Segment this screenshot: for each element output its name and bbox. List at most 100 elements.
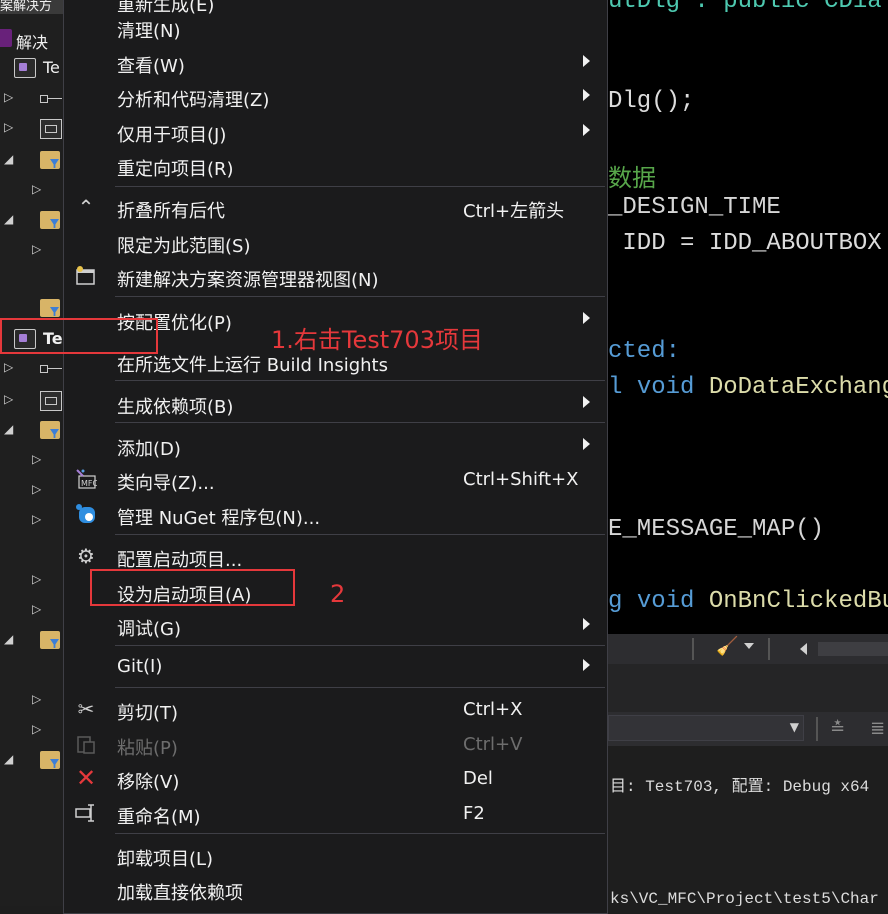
divider bbox=[768, 638, 770, 660]
menu-item-shortcut: Ctrl+X bbox=[463, 699, 523, 720]
menu-separator bbox=[115, 645, 605, 646]
collapse-arrow-icon[interactable]: ◢ bbox=[4, 632, 16, 646]
menu-item-analyze[interactable]: 分析和代码清理(Z) bbox=[64, 79, 607, 113]
output-source-select[interactable]: ▼ bbox=[608, 715, 804, 741]
expand-arrow-icon[interactable]: ▷ bbox=[32, 482, 44, 496]
submenu-arrow-icon bbox=[583, 438, 590, 450]
find-message-icon[interactable]: ≛ bbox=[830, 718, 845, 739]
menu-item-view[interactable]: 查看(W) bbox=[64, 45, 607, 79]
filter-folder-icon bbox=[40, 631, 60, 649]
menu-item-rename[interactable]: 重命名(M) F2 bbox=[64, 796, 607, 830]
menu-item-shortcut: Ctrl+V bbox=[463, 734, 523, 755]
menu-item-shortcut: Ctrl+Shift+X bbox=[463, 469, 579, 490]
collapse-arrow-icon[interactable]: ◢ bbox=[4, 422, 16, 436]
menu-item-project-only[interactable]: 仅用于项目(J) bbox=[64, 114, 607, 148]
code-cleanup-icon[interactable]: 🧹 bbox=[716, 636, 738, 657]
tree-item-child[interactable]: ▷ bbox=[0, 506, 64, 536]
tree-item-child[interactable]: ▷ bbox=[0, 716, 64, 746]
menu-item-cut[interactable]: ✂ 剪切(T) Ctrl+X bbox=[64, 692, 607, 726]
code-token: DoDataExchang bbox=[708, 374, 888, 401]
menu-separator bbox=[115, 833, 605, 834]
menu-item-add[interactable]: 添加(D) bbox=[64, 428, 607, 462]
tree-item-folder[interactable]: ◢ bbox=[0, 626, 64, 656]
horizontal-scrollbar[interactable] bbox=[818, 642, 888, 656]
tree-item-folder[interactable]: ◢ bbox=[0, 416, 64, 446]
tree-item-external[interactable]: ▷ bbox=[0, 386, 64, 416]
menu-item-label: 粘贴(P) bbox=[117, 738, 178, 759]
code-token: 数据 bbox=[608, 167, 656, 194]
code-token: IDD = IDD_ABOUTBOX bbox=[608, 230, 882, 257]
tree-item-child[interactable]: ▷ bbox=[0, 176, 64, 206]
menu-item-new-explorer-view[interactable]: 新建解决方案资源管理器视图(N) bbox=[64, 259, 607, 293]
paste-icon bbox=[75, 733, 97, 755]
tree-item-references[interactable]: ▷ bbox=[0, 354, 64, 384]
collapse-arrow-icon[interactable]: ◢ bbox=[4, 752, 16, 766]
code-token: E_MESSAGE_MAP() bbox=[608, 516, 825, 543]
expand-arrow-icon[interactable]: ▷ bbox=[32, 692, 44, 706]
editor-status-bar: 🧹 bbox=[608, 634, 888, 664]
menu-item-collapse-all[interactable]: ⌃ 折叠所有后代 Ctrl+左箭头 bbox=[64, 190, 607, 224]
tree-item-references[interactable]: ▷ bbox=[0, 84, 64, 114]
references-icon bbox=[40, 95, 62, 103]
collapse-arrow-icon[interactable]: ◢ bbox=[4, 152, 16, 166]
expand-arrow-icon[interactable]: ▷ bbox=[32, 452, 44, 466]
menu-item-manage-nuget[interactable]: 管理 NuGet 程序包(N)... bbox=[64, 497, 607, 531]
tree-item-child[interactable]: ▷ bbox=[0, 476, 64, 506]
output-toolbar: ▼ ≛ ≣ bbox=[608, 712, 888, 746]
menu-item-label: 管理 NuGet 程序包(N)... bbox=[117, 508, 321, 529]
menu-item-scope-to-this[interactable]: 限定为此范围(S) bbox=[64, 225, 607, 259]
clear-all-icon[interactable]: ≣ bbox=[870, 718, 885, 739]
tree-item-external[interactable]: ▷ bbox=[0, 114, 64, 144]
filter-folder-icon bbox=[40, 421, 60, 439]
expand-arrow-icon[interactable]: ▷ bbox=[4, 392, 16, 406]
tree-item-solution[interactable]: 解决 bbox=[0, 24, 64, 54]
expand-arrow-icon[interactable]: ▷ bbox=[32, 512, 44, 526]
submenu-arrow-icon bbox=[583, 659, 590, 671]
menu-item-debug[interactable]: 调试(G) bbox=[64, 608, 607, 642]
expand-arrow-icon[interactable]: ▷ bbox=[32, 602, 44, 616]
menu-item-class-wizard[interactable]: MFC 类向导(Z)... Ctrl+Shift+X bbox=[64, 462, 607, 496]
tree-item-child[interactable]: ▷ bbox=[0, 596, 64, 626]
menu-item-label: 卸载项目(L) bbox=[117, 849, 214, 870]
new-view-icon bbox=[75, 265, 97, 287]
tree-item-folder[interactable]: ◢ bbox=[0, 746, 64, 776]
menu-item-git[interactable]: Git(I) bbox=[64, 649, 607, 683]
tree-item-folder[interactable]: ◢ bbox=[0, 146, 64, 176]
menu-item-clean[interactable]: 清理(N) bbox=[64, 10, 607, 44]
tree-item-child[interactable]: ▷ bbox=[0, 236, 64, 266]
menu-item-label: 移除(V) bbox=[117, 772, 180, 793]
tree-item-project[interactable]: Te bbox=[0, 53, 64, 83]
expand-arrow-icon[interactable]: ▷ bbox=[4, 360, 16, 374]
code-line: E_MESSAGE_MAP() bbox=[608, 516, 824, 543]
menu-item-retarget[interactable]: 重定向项目(R) bbox=[64, 148, 607, 182]
expand-arrow-icon[interactable]: ▷ bbox=[32, 572, 44, 586]
tree-item-child[interactable]: ▷ bbox=[0, 566, 64, 596]
menu-item-build-dependencies[interactable]: 生成依赖项(B) bbox=[64, 386, 607, 420]
menu-item-configure-startup[interactable]: ⚙ 配置启动项目... bbox=[64, 539, 607, 573]
menu-item-unload-project[interactable]: 卸载项目(L) bbox=[64, 838, 607, 872]
expand-arrow-icon[interactable]: ▷ bbox=[4, 120, 16, 134]
tree-item-child[interactable]: ▷ bbox=[0, 686, 64, 716]
collapse-arrow-icon[interactable]: ◢ bbox=[4, 212, 16, 226]
cut-icon: ✂ bbox=[77, 697, 95, 721]
expand-arrow-icon[interactable]: ▷ bbox=[32, 242, 44, 256]
dropdown-arrow-icon[interactable] bbox=[744, 643, 754, 649]
submenu-arrow-icon bbox=[583, 55, 590, 67]
tree-item-folder[interactable]: ◢ bbox=[0, 206, 64, 236]
menu-item-load-direct-deps[interactable]: 加载直接依赖项 bbox=[64, 872, 607, 906]
submenu-arrow-icon bbox=[583, 618, 590, 630]
menu-item-shortcut: F2 bbox=[463, 803, 485, 824]
tree-item-child[interactable]: ▷ bbox=[0, 446, 64, 476]
context-menu: 重新生成(E) 清理(N) 查看(W) 分析和代码清理(Z) 仅用于项目(J) … bbox=[63, 0, 608, 914]
scroll-left-icon[interactable] bbox=[800, 643, 807, 655]
menu-item-remove[interactable]: ✕ 移除(V) Del bbox=[64, 761, 607, 795]
code-editor[interactable]: utDlg : public CDial Dlg(); 数据 _DESIGN_T… bbox=[608, 0, 888, 634]
divider bbox=[692, 638, 694, 660]
expand-arrow-icon[interactable]: ▷ bbox=[32, 722, 44, 736]
output-line: 目: Test703, 配置: Debug x64 bbox=[610, 778, 870, 796]
menu-item-paste[interactable]: 粘贴(P) Ctrl+V bbox=[64, 727, 607, 761]
expand-arrow-icon[interactable]: ▷ bbox=[4, 90, 16, 104]
expand-arrow-icon[interactable]: ▷ bbox=[32, 182, 44, 196]
code-token: cted: bbox=[608, 338, 681, 365]
menu-item-label: 调试(G) bbox=[117, 619, 181, 640]
